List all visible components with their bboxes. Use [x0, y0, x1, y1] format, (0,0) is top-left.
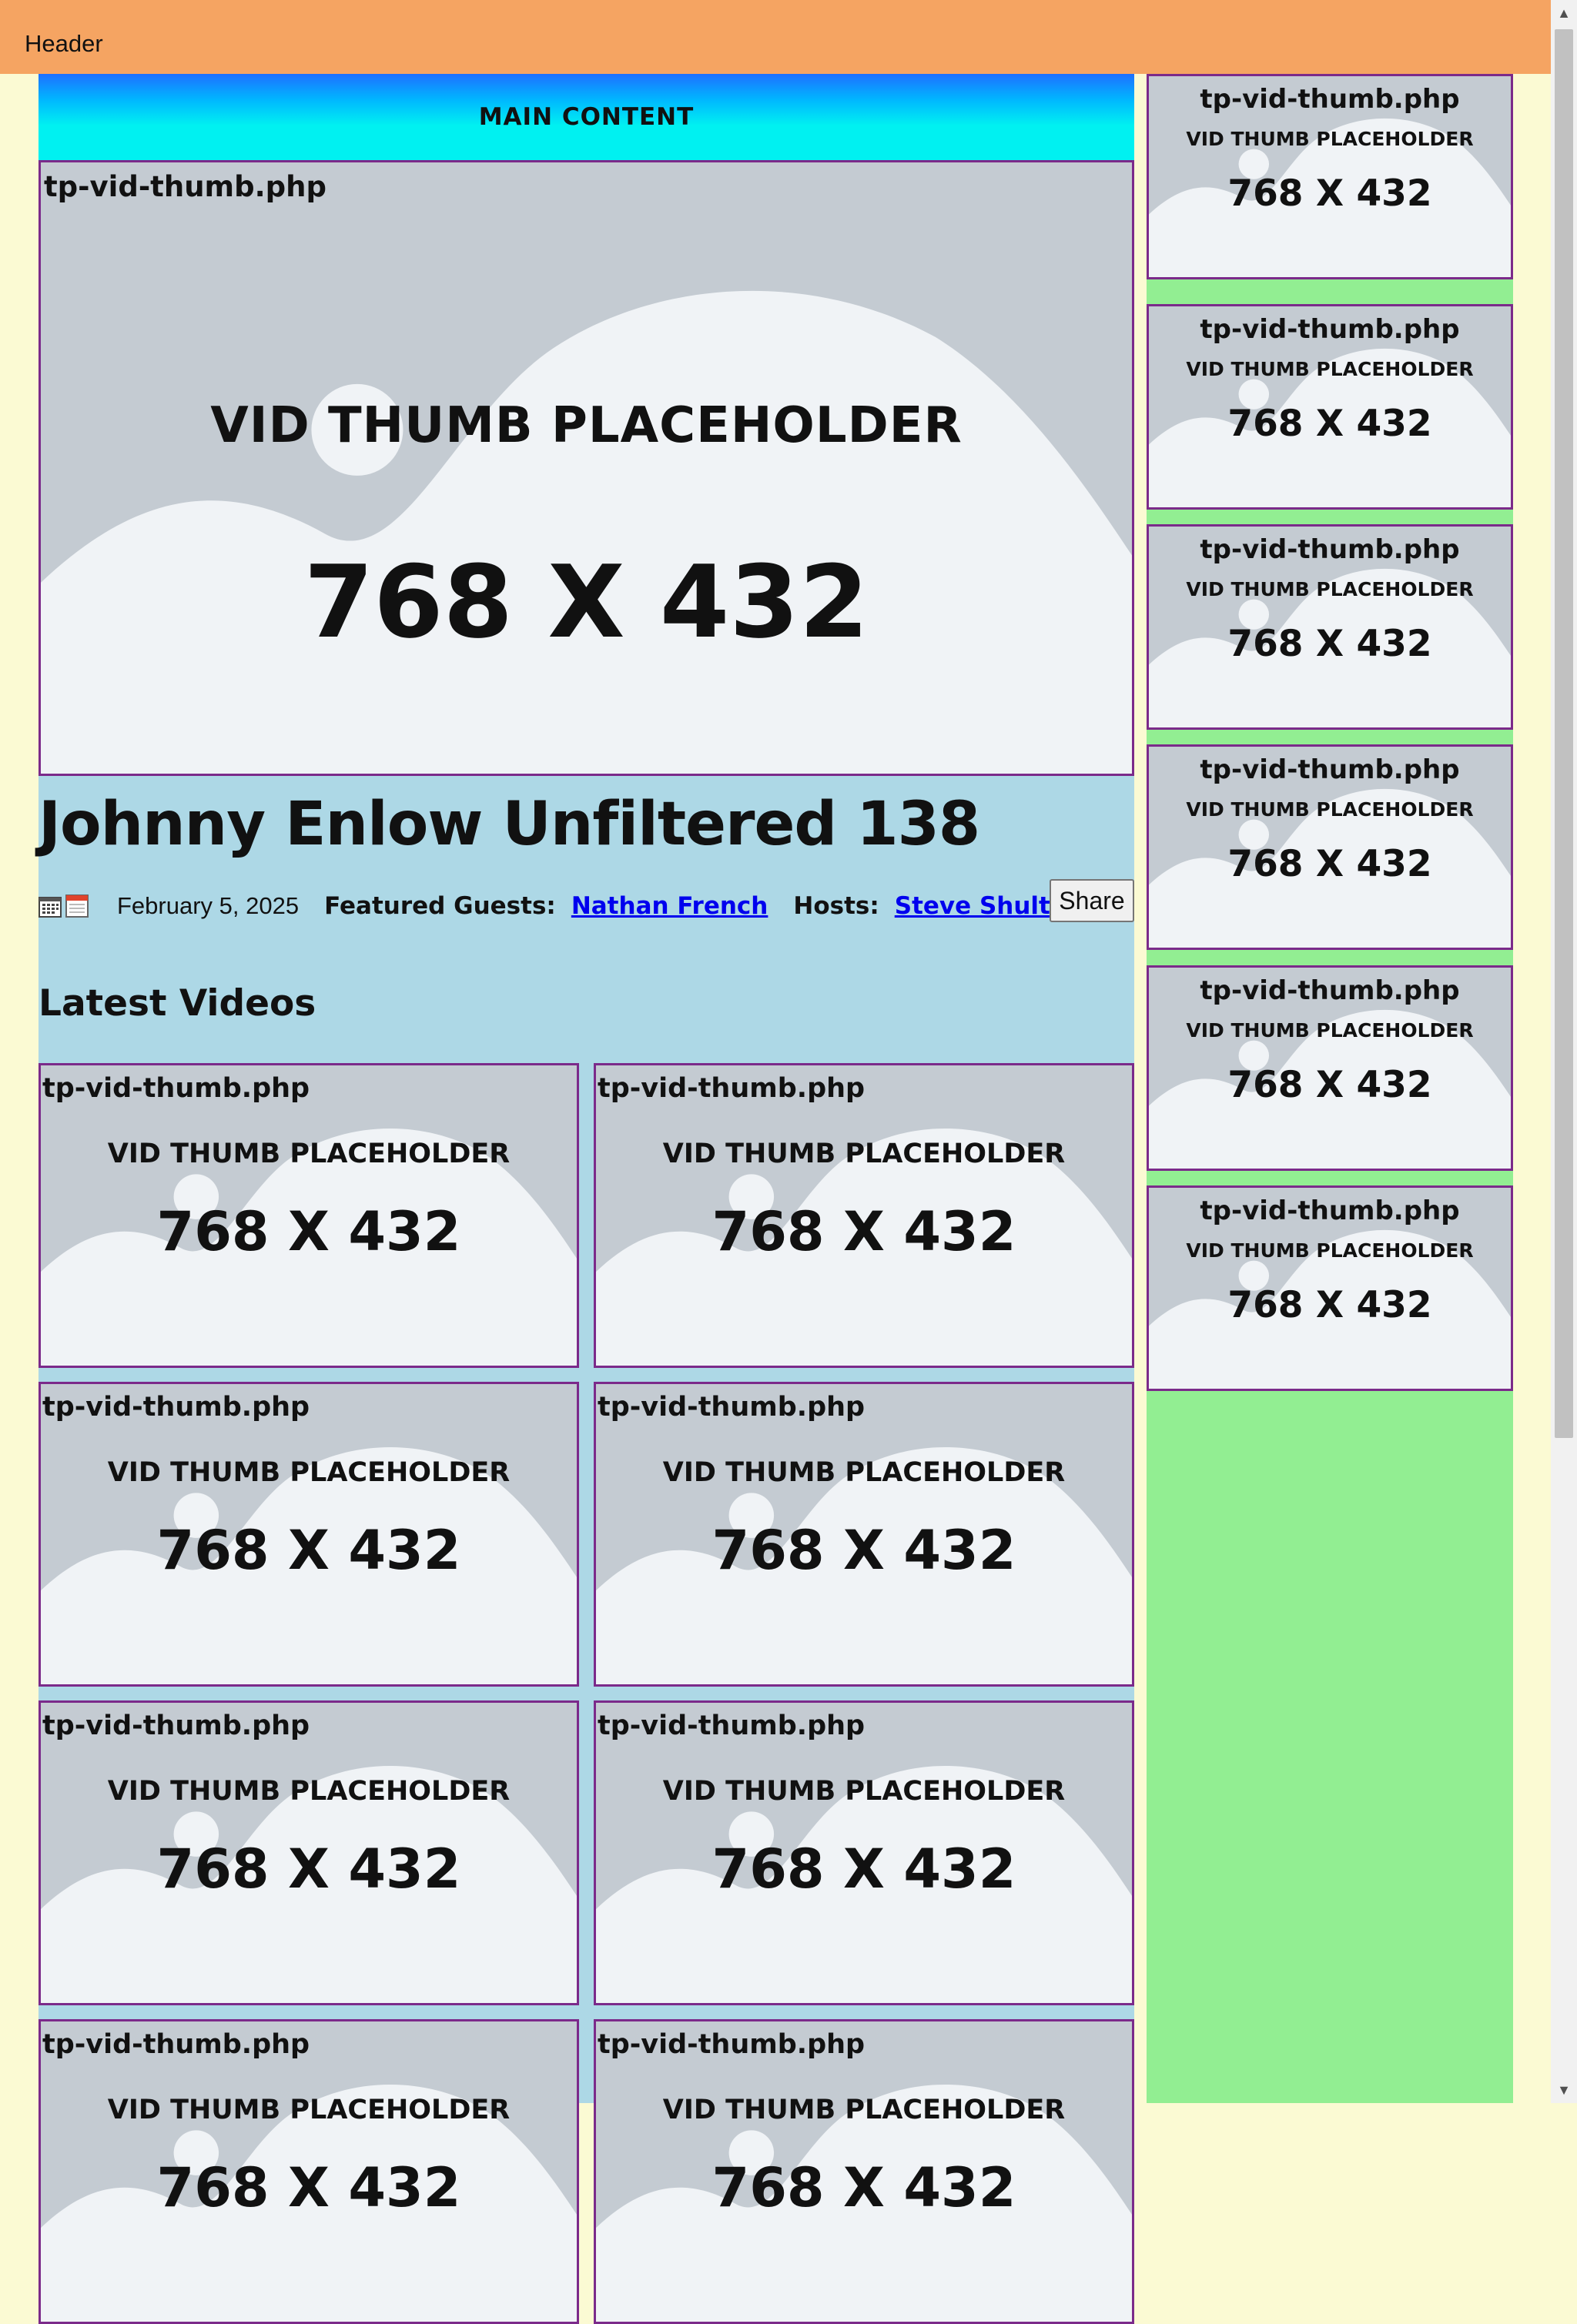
sidebar-video-thumbnail[interactable]: tp-vid-thumb.php VID THUMB PLACEHOLDER 7…	[1147, 744, 1513, 950]
thumb-dimensions: 768 X 432	[303, 543, 869, 660]
guest-link[interactable]: Nathan French	[571, 892, 768, 920]
thumb-dimensions: 768 X 432	[1227, 403, 1432, 445]
thumb-dimensions: 768 X 432	[1227, 1064, 1432, 1106]
thumb-placeholder-label: VID THUMB PLACEHOLDER	[662, 1139, 1066, 1169]
latest-video-thumbnail[interactable]: tp-vid-thumb.php VID THUMB PLACEHOLDER 7…	[594, 1382, 1134, 1687]
thumb-filename: tp-vid-thumb.php	[598, 1073, 866, 1104]
thumb-dimensions: 768 X 432	[1227, 172, 1432, 215]
thumb-dimensions: 768 X 432	[1227, 843, 1432, 885]
thumb-placeholder-label: VID THUMB PLACEHOLDER	[1186, 128, 1474, 150]
thumb-placeholder-label: VID THUMB PLACEHOLDER	[107, 1457, 511, 1488]
thumb-dimensions: 768 X 432	[1227, 623, 1432, 665]
latest-video-thumbnail[interactable]: tp-vid-thumb.php VID THUMB PLACEHOLDER 7…	[39, 1382, 579, 1687]
thumb-placeholder-label: VID THUMB PLACEHOLDER	[107, 2095, 511, 2125]
thumb-placeholder-label: VID THUMB PLACEHOLDER	[210, 397, 963, 454]
thumb-dimensions: 768 X 432	[156, 1837, 461, 1901]
host-link[interactable]: Steve Shultz	[895, 892, 1064, 920]
thumb-dimensions: 768 X 432	[156, 1200, 461, 1263]
thumb-dimensions: 768 X 432	[711, 1519, 1016, 1582]
latest-video-thumbnail[interactable]: tp-vid-thumb.php VID THUMB PLACEHOLDER 7…	[594, 1700, 1134, 2005]
share-button[interactable]: Share	[1050, 879, 1134, 922]
thumb-placeholder-label: VID THUMB PLACEHOLDER	[1186, 1019, 1474, 1042]
hero-video-thumbnail[interactable]: tp-vid-thumb.php VID THUMB PLACEHOLDER 7…	[39, 160, 1134, 776]
thumb-dimensions: 768 X 432	[711, 1837, 1016, 1901]
sidebar-video-thumbnail[interactable]: tp-vid-thumb.php VID THUMB PLACEHOLDER 7…	[1147, 74, 1513, 279]
hosts-label: Hosts:	[793, 892, 879, 920]
thumb-filename: tp-vid-thumb.php	[44, 170, 326, 203]
thumb-placeholder-label: VID THUMB PLACEHOLDER	[1186, 1239, 1474, 1262]
thumb-filename: tp-vid-thumb.php	[1200, 975, 1460, 1006]
scrollbar-thumb[interactable]	[1555, 29, 1573, 1438]
scroll-down-arrow-icon[interactable]: ▼	[1551, 2077, 1577, 2103]
thumb-filename: tp-vid-thumb.php	[598, 1710, 866, 1741]
main-content: MAIN CONTENT tp-vid-thumb.php VID THUMB …	[39, 74, 1134, 2324]
thumb-placeholder-label: VID THUMB PLACEHOLDER	[1186, 358, 1474, 380]
thumb-filename: tp-vid-thumb.php	[598, 1392, 866, 1423]
thumb-filename: tp-vid-thumb.php	[1200, 84, 1460, 115]
scroll-up-arrow-icon[interactable]: ▲	[1551, 0, 1577, 26]
thumb-dimensions: 768 X 432	[1227, 1284, 1432, 1326]
latest-video-thumbnail[interactable]: tp-vid-thumb.php VID THUMB PLACEHOLDER 7…	[39, 1063, 579, 1368]
thumb-placeholder-label: VID THUMB PLACEHOLDER	[107, 1139, 511, 1169]
latest-videos-heading: Latest Videos	[39, 982, 316, 1025]
latest-video-thumbnail[interactable]: tp-vid-thumb.php VID THUMB PLACEHOLDER 7…	[39, 2019, 579, 2324]
video-title: Johnny Enlow Unfiltered 138	[39, 790, 980, 859]
sidebar-video-thumbnail[interactable]: tp-vid-thumb.php VID THUMB PLACEHOLDER 7…	[1147, 1185, 1513, 1391]
thumb-dimensions: 768 X 432	[711, 2156, 1016, 2219]
latest-video-thumbnail[interactable]: tp-vid-thumb.php VID THUMB PLACEHOLDER 7…	[594, 1063, 1134, 1368]
thumb-filename: tp-vid-thumb.php	[42, 1073, 310, 1104]
featured-guests-label: Featured Guests:	[324, 892, 556, 920]
video-date: February 5, 2025	[117, 892, 300, 919]
thumb-filename: tp-vid-thumb.php	[42, 1392, 310, 1423]
thumb-filename: tp-vid-thumb.php	[1200, 1195, 1460, 1226]
thumb-filename: tp-vid-thumb.php	[1200, 534, 1460, 565]
main-content-banner: MAIN CONTENT	[39, 74, 1134, 160]
calendar-page-icon	[65, 894, 89, 918]
thumb-placeholder-label: VID THUMB PLACEHOLDER	[1186, 798, 1474, 821]
thumb-filename: tp-vid-thumb.php	[1200, 314, 1460, 345]
vertical-scrollbar[interactable]: ▲ ▼	[1551, 0, 1577, 2103]
sidebar: tp-vid-thumb.php VID THUMB PLACEHOLDER 7…	[1147, 74, 1513, 2103]
thumb-dimensions: 768 X 432	[156, 1519, 461, 1582]
thumb-filename: tp-vid-thumb.php	[42, 1710, 310, 1741]
sidebar-video-thumbnail[interactable]: tp-vid-thumb.php VID THUMB PLACEHOLDER 7…	[1147, 524, 1513, 730]
sidebar-video-thumbnail[interactable]: tp-vid-thumb.php VID THUMB PLACEHOLDER 7…	[1147, 965, 1513, 1171]
thumb-placeholder-label: VID THUMB PLACEHOLDER	[107, 1776, 511, 1807]
thumb-filename: tp-vid-thumb.php	[42, 2029, 310, 2060]
thumb-placeholder-label: VID THUMB PLACEHOLDER	[1186, 578, 1474, 600]
thumb-placeholder-label: VID THUMB PLACEHOLDER	[662, 2095, 1066, 2125]
thumb-placeholder-label: VID THUMB PLACEHOLDER	[662, 1776, 1066, 1807]
thumb-filename: tp-vid-thumb.php	[598, 2029, 866, 2060]
sidebar-video-thumbnail[interactable]: tp-vid-thumb.php VID THUMB PLACEHOLDER 7…	[1147, 304, 1513, 510]
latest-video-thumbnail[interactable]: tp-vid-thumb.php VID THUMB PLACEHOLDER 7…	[39, 1700, 579, 2005]
thumb-filename: tp-vid-thumb.php	[1200, 754, 1460, 785]
thumb-dimensions: 768 X 432	[156, 2156, 461, 2219]
thumb-placeholder-label: VID THUMB PLACEHOLDER	[662, 1457, 1066, 1488]
calendar-icon	[39, 897, 62, 918]
page-header: Header	[0, 0, 1551, 74]
latest-video-thumbnail[interactable]: tp-vid-thumb.php VID THUMB PLACEHOLDER 7…	[594, 2019, 1134, 2324]
video-meta: February 5, 2025 Featured Guests: Nathan…	[39, 887, 1090, 925]
thumbnail-placeholder-image	[41, 162, 1132, 774]
thumb-dimensions: 768 X 432	[711, 1200, 1016, 1263]
